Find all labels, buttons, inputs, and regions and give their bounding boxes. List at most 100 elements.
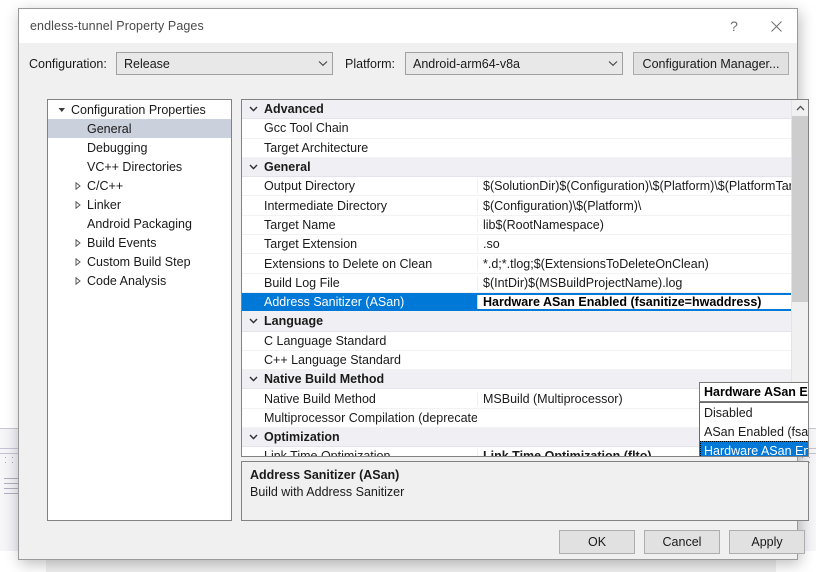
description-body: Build with Address Sanitizer — [250, 485, 800, 499]
property-name: Native Build Method — [264, 372, 477, 386]
help-icon[interactable]: ? — [713, 9, 755, 43]
expander-collapsed-icon[interactable] — [70, 201, 86, 209]
property-row-output-directory[interactable]: Output Directory$(SolutionDir)$(Configur… — [242, 177, 793, 196]
chevron-down-icon[interactable] — [242, 164, 264, 170]
property-name: Native Build Method — [264, 392, 477, 406]
property-name: Target Name — [264, 218, 477, 232]
property-row-target-name[interactable]: Target Namelib$(RootNamespace) — [242, 216, 793, 235]
configuration-toolbar: Configuration: Release Platform: Android… — [19, 43, 797, 87]
property-value[interactable]: $(Configuration)\$(Platform)\ — [477, 199, 793, 213]
tree-item-custom-build-step[interactable]: Custom Build Step — [48, 252, 231, 271]
property-row-intermediate-directory[interactable]: Intermediate Directory$(Configuration)\$… — [242, 196, 793, 215]
property-name: Extensions to Delete on Clean — [264, 257, 477, 271]
scrollbar-thumb[interactable] — [792, 116, 808, 302]
property-value[interactable]: $(SolutionDir)$(Configuration)\$(Platfor… — [477, 179, 793, 193]
property-name: Output Directory — [264, 179, 477, 193]
property-name: C Language Standard — [264, 334, 477, 348]
tree-item-general[interactable]: General — [48, 119, 231, 138]
tree-item-label: Configuration Properties — [70, 103, 206, 117]
expander-expanded-icon[interactable] — [54, 106, 70, 114]
property-row-c-language-standard[interactable]: C Language Standard — [242, 332, 793, 351]
property-name: Optimization — [264, 430, 477, 444]
tree-item-label: Code Analysis — [86, 274, 166, 288]
property-name: Address Sanitizer (ASan) — [264, 295, 477, 309]
chevron-down-icon[interactable] — [242, 106, 264, 112]
asan-dropdown-list[interactable]: DisabledASan Enabled (fsanitize=address)… — [699, 402, 809, 457]
dropdown-option-2[interactable]: Hardware ASan Enabled (fsanitize=hwaddre… — [700, 441, 809, 457]
property-description-panel: Address Sanitizer (ASan) Build with Addr… — [241, 461, 809, 521]
property-name: Language — [264, 314, 477, 328]
property-category-language[interactable]: Language — [242, 312, 793, 331]
tree-item-android-packaging[interactable]: Android Packaging — [48, 214, 231, 233]
expander-collapsed-icon[interactable] — [70, 239, 86, 247]
tree-item-label: Linker — [86, 198, 121, 212]
property-name: C++ Language Standard — [264, 353, 477, 367]
description-title: Address Sanitizer (ASan) — [250, 468, 800, 482]
property-name: General — [264, 160, 477, 174]
ok-button[interactable]: OK — [559, 530, 635, 554]
property-row-build-log-file[interactable]: Build Log File$(IntDir)$(MSBuildProjectN… — [242, 274, 793, 293]
scroll-up-icon[interactable] — [792, 100, 808, 116]
property-row-c-language-standard[interactable]: C++ Language Standard — [242, 351, 793, 370]
dropdown-option-1[interactable]: ASan Enabled (fsanitize=address) — [700, 422, 809, 441]
apply-button[interactable]: Apply — [729, 530, 805, 554]
asan-value-combobox[interactable]: Hardware ASan Enabled (fsanitize=hwaddre… — [699, 382, 809, 402]
chevron-down-icon[interactable] — [242, 434, 264, 440]
tree-item-debugging[interactable]: Debugging — [48, 138, 231, 157]
property-name: Multiprocessor Compilation (deprecated — [264, 411, 477, 425]
title-bar: endless-tunnel Property Pages ? — [19, 9, 797, 43]
tree-item-label: Android Packaging — [86, 217, 192, 231]
property-row-address-sanitizer-asan[interactable]: Address Sanitizer (ASan)Hardware ASan En… — [242, 293, 793, 312]
property-row-target-extension[interactable]: Target Extension.so — [242, 235, 793, 254]
property-row-extensions-to-delete-on-clean[interactable]: Extensions to Delete on Clean*.d;*.tlog;… — [242, 254, 793, 273]
dropdown-option-0[interactable]: Disabled — [700, 403, 809, 422]
window-controls: ? — [713, 9, 797, 43]
property-value[interactable]: lib$(RootNamespace) — [477, 218, 793, 232]
tree-item-label: Debugging — [86, 141, 147, 155]
tree-item-code-analysis[interactable]: Code Analysis — [48, 271, 231, 290]
property-category-general[interactable]: General — [242, 158, 793, 177]
tree-item-c-c[interactable]: C/C++ — [48, 176, 231, 195]
property-name: Target Architecture — [264, 141, 477, 155]
property-category-advanced[interactable]: Advanced — [242, 100, 793, 119]
expander-collapsed-icon[interactable] — [70, 182, 86, 190]
tree-item-label: Build Events — [86, 236, 156, 250]
property-name: Intermediate Directory — [264, 199, 477, 213]
tree-item-vc-directories[interactable]: VC++ Directories — [48, 157, 231, 176]
window-title: endless-tunnel Property Pages — [30, 19, 204, 33]
property-value[interactable]: .so — [477, 237, 793, 251]
configuration-select[interactable]: Release — [116, 52, 333, 75]
platform-value: Android-arm64-v8a — [406, 57, 603, 71]
property-value[interactable]: $(IntDir)$(MSBuildProjectName).log — [477, 276, 793, 290]
tree-item-linker[interactable]: Linker — [48, 195, 231, 214]
platform-select[interactable]: Android-arm64-v8a — [405, 52, 623, 75]
chevron-down-icon[interactable] — [242, 318, 264, 324]
property-grid[interactable]: Advanced Gcc Tool Chain Target Architectur… — [241, 99, 809, 457]
configuration-manager-button[interactable]: Configuration Manager... — [633, 52, 789, 75]
property-row-gcc-tool-chain[interactable]: Gcc Tool Chain — [242, 119, 793, 138]
expander-collapsed-icon[interactable] — [70, 277, 86, 285]
property-row-target-architecture[interactable]: Target Architecture — [242, 139, 793, 158]
expander-collapsed-icon[interactable] — [70, 258, 86, 266]
property-name: Target Extension — [264, 237, 477, 251]
tree-item-label: C/C++ — [86, 179, 123, 193]
configuration-properties-tree[interactable]: Configuration Properties General Debugging… — [47, 99, 232, 521]
configuration-label: Configuration: — [29, 57, 107, 71]
chevron-down-icon — [313, 60, 332, 67]
close-icon[interactable] — [755, 9, 797, 43]
tree-item-configuration-properties[interactable]: Configuration Properties — [48, 100, 231, 119]
tree-item-label: General — [86, 122, 131, 136]
property-name: Gcc Tool Chain — [264, 121, 477, 135]
cancel-button[interactable]: Cancel — [644, 530, 720, 554]
asan-current-value: Hardware ASan Enabled (fsanitize=hwaddre… — [700, 385, 809, 399]
chevron-down-icon[interactable] — [242, 376, 264, 382]
tree-item-build-events[interactable]: Build Events — [48, 233, 231, 252]
property-value[interactable]: Hardware ASan Enabled (fsanitize=hwaddre… — [477, 295, 793, 309]
property-name: Advanced — [264, 102, 477, 116]
property-pages-dialog: endless-tunnel Property Pages ? Configur… — [18, 8, 798, 560]
property-name: Link Time Optimization — [264, 449, 477, 457]
property-name: Build Log File — [264, 276, 477, 290]
tree-item-label: Custom Build Step — [86, 255, 191, 269]
property-value[interactable]: *.d;*.tlog;$(ExtensionsToDeleteOnClean) — [477, 257, 793, 271]
configuration-value: Release — [117, 57, 313, 71]
